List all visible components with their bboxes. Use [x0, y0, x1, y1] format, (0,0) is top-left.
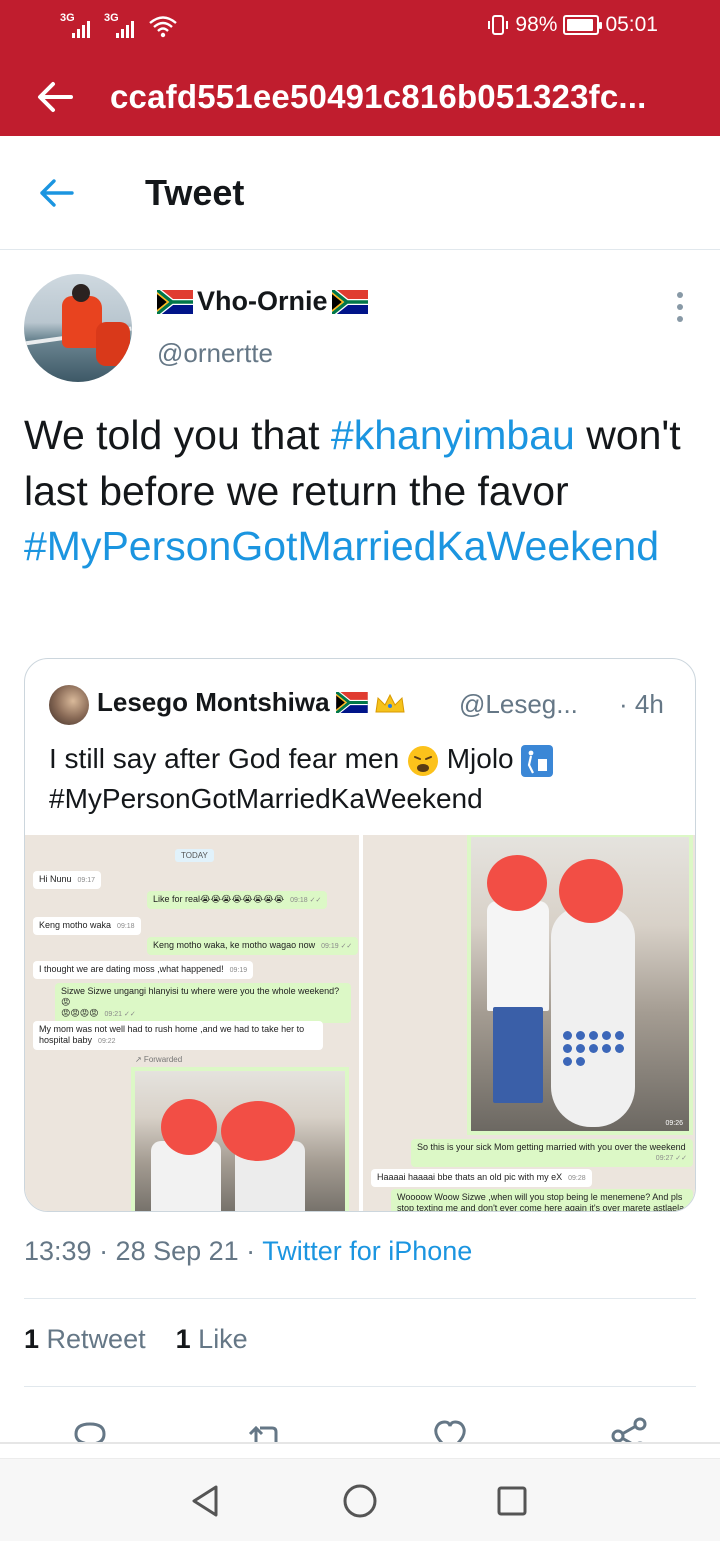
author-handle[interactable]: @ornertte	[157, 338, 273, 369]
quoted-tweet-card[interactable]: Lesego Montshiwa @Leseg... · 4h I still …	[24, 658, 696, 1212]
nav-back-icon[interactable]	[184, 1479, 228, 1523]
chat-message: Hi Nunu 09:17	[33, 871, 102, 889]
quoted-text-part: I still say after God fear men	[49, 743, 400, 774]
quoted-author-name-row: Lesego Montshiwa	[97, 687, 406, 718]
quoted-author-name: Lesego Montshiwa	[97, 687, 330, 717]
south-africa-flag-icon	[335, 692, 368, 713]
chat-message: Like for real😭😭😭😭😭😭😭😭 09:18 ✓✓	[147, 891, 328, 909]
back-arrow-icon	[38, 82, 73, 112]
wifi-icon	[149, 16, 177, 38]
crown-icon	[375, 693, 405, 712]
chat-message: I thought we are dating moss ,what happe…	[33, 961, 254, 979]
chat-message: Haaaai haaaai bbe thats an old pic with …	[371, 1169, 592, 1187]
tweet-stats: 1 Retweet 1 Like	[24, 1324, 248, 1355]
system-nav-bar	[0, 1458, 720, 1541]
more-vertical-icon	[677, 292, 683, 298]
share-icon[interactable]	[610, 1416, 650, 1444]
author-avatar[interactable]	[24, 274, 132, 382]
battery-percent: 98%	[515, 13, 558, 36]
tweet-actions	[0, 1386, 720, 1444]
quoted-author-avatar	[49, 685, 89, 725]
quoted-author-handle: @Leseg...	[459, 689, 578, 719]
likes-stat[interactable]: 1 Like	[176, 1324, 248, 1354]
quoted-hashtag: #MyPersonGotMarriedKaWeekend	[49, 783, 483, 814]
hashtag-link[interactable]: #MyPersonGotMarriedKaWeekend	[24, 523, 659, 569]
top-app-area: 3G 3G 98% 05:01 ccafd551ee50491c816b0513…	[0, 0, 720, 136]
divider	[24, 1298, 696, 1299]
hashtag-link[interactable]: #khanyimbau	[331, 412, 575, 458]
chat-message: Keng motho waka, ke motho wagao now 09:19…	[147, 937, 359, 955]
clock: 05:01	[605, 13, 658, 36]
trash-sign-emoji-icon	[521, 744, 554, 777]
reply-icon[interactable]	[70, 1416, 110, 1444]
battery-icon	[563, 15, 603, 35]
app-bar: ccafd551ee50491c816b051323fc...	[0, 58, 720, 136]
more-options-button[interactable]	[668, 290, 692, 324]
tweet-text: We told you that #khanyimbau won't last …	[24, 408, 704, 575]
forwarded-photo	[131, 1067, 349, 1211]
weary-face-emoji-icon	[407, 745, 438, 776]
chat-message: So this is your sick Mom getting married…	[411, 1139, 693, 1167]
tweet-back-button[interactable]	[0, 136, 112, 250]
status-bar: 3G 3G 98% 05:01	[0, 0, 720, 54]
south-africa-flag-icon	[331, 289, 368, 314]
chat-message: My mom was not well had to rush home ,an…	[33, 1021, 323, 1050]
tweet-meta: 13:39 · 28 Sep 21 · Twitter for iPhone	[24, 1236, 472, 1267]
page-title: Tweet	[145, 171, 245, 213]
app-back-button[interactable]	[0, 58, 110, 136]
retweets-stat[interactable]: 1 Retweet	[24, 1324, 146, 1354]
tweet-text-part: We told you that	[24, 412, 331, 458]
chat-message: Sizwe Sizwe ungangi hlanyisi tu where we…	[55, 983, 351, 1023]
author-name-row[interactable]: Vho-Ornie	[157, 286, 368, 317]
forwarded-label: ↗ Forwarded	[135, 1055, 183, 1064]
quoted-text-part: Mjolo	[446, 743, 514, 774]
cell-signal-2-icon: 3G	[104, 12, 138, 38]
app-bar-title: ccafd551ee50491c816b051323fc...	[110, 78, 647, 115]
vibrate-icon	[488, 15, 509, 35]
quoted-tweet-text: I still say after God fear men Mjolo #My…	[49, 739, 679, 819]
nav-home-icon[interactable]	[338, 1479, 382, 1523]
back-arrow-icon	[40, 178, 74, 207]
south-africa-flag-icon	[157, 289, 193, 314]
like-icon[interactable]	[430, 1416, 470, 1444]
tweet-timestamp: 13:39 · 28 Sep 21 ·	[24, 1236, 263, 1266]
quoted-tweet-time: · 4h	[619, 689, 664, 719]
chat-screenshot-right[interactable]: 09:26 So this is your sick Mom getting m…	[363, 835, 695, 1211]
retweet-icon[interactable]	[246, 1416, 286, 1444]
chat-message: Woooow Woow Sizwe ,when will you stop be…	[391, 1189, 693, 1211]
tweet-page-header: Tweet	[0, 136, 720, 250]
scroll-edge	[0, 1442, 720, 1444]
nav-recents-icon[interactable]	[490, 1479, 534, 1523]
chat-message: Keng motho waka 09:18	[33, 917, 141, 935]
chat-date-divider: TODAY	[175, 849, 214, 862]
tweet-source-link[interactable]: Twitter for iPhone	[262, 1236, 472, 1266]
cell-signal-1-icon: 3G	[60, 12, 94, 38]
quoted-media[interactable]: TODAY Hi Nunu 09:17 Like for real😭😭😭😭😭😭😭😭…	[25, 835, 695, 1211]
chat-screenshot-left[interactable]: TODAY Hi Nunu 09:17 Like for real😭😭😭😭😭😭😭😭…	[25, 835, 359, 1211]
author-name: Vho-Ornie	[197, 286, 328, 316]
wedding-photo: 09:26	[467, 835, 693, 1135]
